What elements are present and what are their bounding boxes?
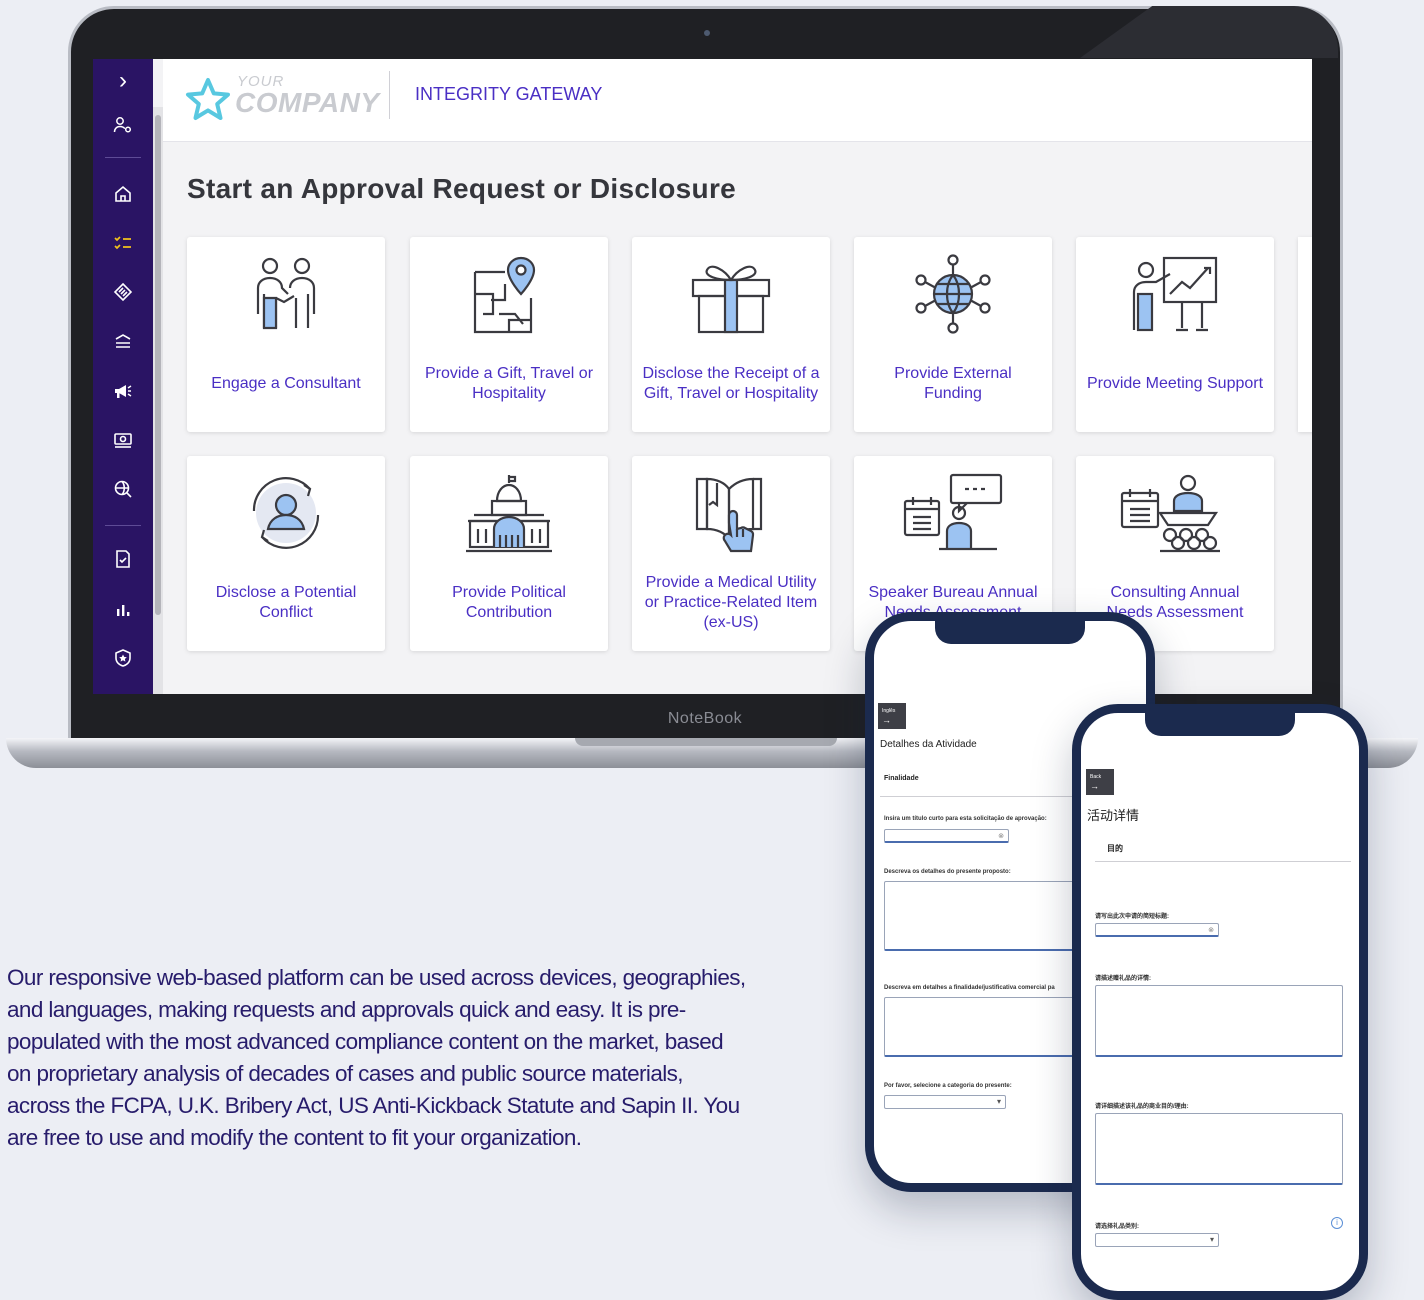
webcam-icon <box>704 30 710 36</box>
phone-question-3: Descreva em detalhes a finalidade/justif… <box>884 985 1055 991</box>
laptop-hinge-notch <box>575 738 837 746</box>
layers-icon[interactable] <box>93 327 153 355</box>
expand-chevron-icon[interactable]: › <box>93 67 153 95</box>
clear-icon: ⊗ <box>1208 927 1214 934</box>
phone-question-1: Insira um título curto para esta solicit… <box>884 816 1047 822</box>
header-divider <box>389 71 390 119</box>
logo-text-bottom: COMPANY <box>235 87 380 118</box>
info-icon[interactable]: i <box>1331 1217 1343 1229</box>
phone-details-textarea[interactable] <box>1095 985 1343 1057</box>
presentation-icon <box>1076 253 1274 335</box>
phone-question-1: 请写出此次申请的简短标题: <box>1095 914 1169 920</box>
megaphone-icon[interactable] <box>93 377 153 405</box>
phone-section-label: Finalidade <box>884 775 919 782</box>
phone-question-3: 请详细描述该礼品的商业目的/理由: <box>1095 1104 1189 1110</box>
consultant-handshake-icon <box>187 253 385 335</box>
search-globe-icon[interactable] <box>93 475 153 503</box>
card-label: Provide a Gift, Travel or Hospitality <box>424 365 594 402</box>
arrow-right-icon: → <box>1090 781 1099 791</box>
sidebar-divider <box>105 157 141 158</box>
phone-title-input[interactable]: ⊗ <box>1095 923 1219 937</box>
phone-title: 活动详情 <box>1087 808 1140 823</box>
phone-category-select[interactable]: ▾ <box>1095 1233 1219 1247</box>
card-political-contribution[interactable]: Provide Political Contribution <box>410 456 608 651</box>
capitol-building-icon <box>410 472 608 554</box>
book-hand-icon <box>632 472 830 554</box>
phone-back-label: Inglês <box>882 708 896 714</box>
card-medical-utility[interactable]: Provide a Medical Utility or Practice-Re… <box>632 456 830 651</box>
card-label: Provide Meeting Support <box>1086 375 1264 392</box>
sidebar-scroll-thumb[interactable] <box>155 115 161 615</box>
card-disclose-receipt[interactable]: Disclose the Receipt of a Gift, Travel o… <box>632 237 830 432</box>
top-bar: YOUR COMPANY INTEGRITY GATEWAY <box>163 59 1312 142</box>
card-external-funding[interactable]: Provide External Funding <box>854 237 1052 432</box>
checklist-icon[interactable] <box>93 229 153 257</box>
document-check-icon[interactable] <box>93 545 153 573</box>
card-label: Disclose the Receipt of a Gift, Travel o… <box>642 365 820 402</box>
card-partial-next[interactable] <box>1298 237 1312 432</box>
card-provide-gift[interactable]: Provide a Gift, Travel or Hospitality <box>410 237 608 432</box>
page-title: Start an Approval Request or Disclosure <box>187 173 737 204</box>
marketing-description: Our responsive web-based platform can be… <box>7 965 746 1150</box>
logo-star-icon <box>186 78 230 120</box>
bar-chart-icon[interactable] <box>93 595 153 623</box>
card-meeting-support[interactable]: Provide Meeting Support <box>1076 237 1274 432</box>
handshake-icon[interactable] <box>93 278 153 306</box>
globe-network-icon <box>854 253 1052 335</box>
phone-question-4: Por favor, selecione a categoria do pres… <box>884 1083 1012 1089</box>
app-screen: › YOUR COMPANY INTEGRITY GATEWAY Start a… <box>93 59 1312 694</box>
sidebar: › <box>93 59 153 694</box>
phone-back-label: Back <box>1090 774 1102 780</box>
gift-box-icon <box>632 253 830 335</box>
phone-back-button[interactable]: Back → <box>1086 769 1114 795</box>
phone-purpose-textarea[interactable] <box>1095 1113 1343 1185</box>
speaker-chat-icon <box>854 472 1052 554</box>
phone-section-label: 目的 <box>1107 844 1123 853</box>
audience-calendar-icon <box>1076 472 1274 554</box>
phone-question-2: Descreva os detalhes do presente propost… <box>884 869 1011 875</box>
clear-icon: ⊗ <box>998 833 1004 840</box>
laptop-brand-label: NoteBook <box>667 710 743 727</box>
sidebar-divider <box>105 525 141 526</box>
map-pin-icon <box>410 253 608 335</box>
phone-divider <box>1095 861 1351 862</box>
card-label: Engage a Consultant <box>211 375 361 392</box>
card-label: Provide a Medical Utility or Practice-Re… <box>644 574 818 631</box>
phone-chinese: Back → 活动详情 目的 请写出此次申请的简短标题: ⊗ 请描述赠礼品的详情:… <box>1072 704 1368 1300</box>
shield-star-icon[interactable] <box>93 644 153 672</box>
card-engage-consultant[interactable]: Engage a Consultant <box>187 237 385 432</box>
phone-notch <box>1145 713 1295 736</box>
phone-question-4: 请选择礼品类别: <box>1095 1224 1139 1230</box>
chevron-down-icon: ▾ <box>996 1097 1001 1106</box>
company-logo[interactable]: YOUR COMPANY <box>185 73 379 127</box>
money-icon[interactable] <box>93 426 153 454</box>
user-cycle-icon <box>187 472 385 554</box>
user-settings-icon[interactable] <box>93 111 153 139</box>
card-label: Provide External Funding <box>894 365 1012 402</box>
arrow-right-icon: → <box>882 715 891 725</box>
card-potential-conflict[interactable]: Disclose a Potential Conflict <box>187 456 385 651</box>
phone-title: Detalhes da Atividade <box>880 739 977 750</box>
phone-back-button[interactable]: Inglês → <box>878 703 906 729</box>
phone-title-input[interactable]: ⊗ <box>884 829 1009 843</box>
card-label: Provide Political Contribution <box>452 584 566 621</box>
home-icon[interactable] <box>93 180 153 208</box>
phone-question-2: 请描述赠礼品的详情: <box>1095 976 1151 982</box>
chevron-down-icon: ▾ <box>1209 1235 1214 1244</box>
phone-notch <box>935 621 1085 644</box>
app-title[interactable]: INTEGRITY GATEWAY <box>415 84 602 105</box>
phone-category-select[interactable]: ▾ <box>884 1095 1006 1109</box>
card-label: Disclose a Potential Conflict <box>215 584 357 621</box>
